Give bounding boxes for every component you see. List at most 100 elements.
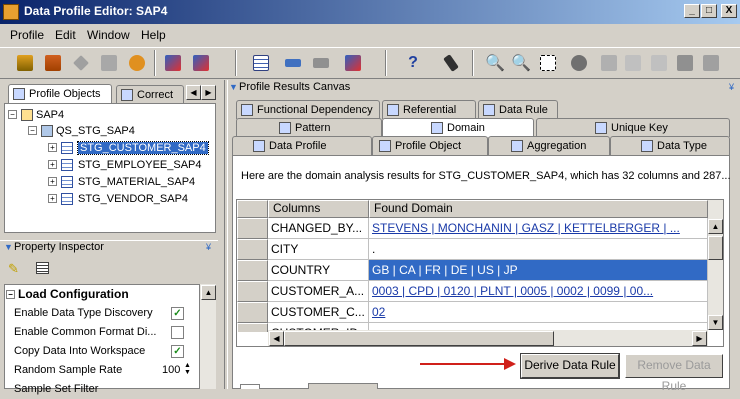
- row-header[interactable]: [237, 218, 268, 239]
- expand-icon[interactable]: +: [48, 194, 57, 203]
- section-load-configuration[interactable]: − Load Configuration: [6, 287, 129, 301]
- derive-data-rule-button[interactable]: Derive Data Rule: [520, 353, 620, 379]
- found-domain-cell-selected[interactable]: GB | CA | FR | DE | US | JP: [369, 260, 708, 281]
- vertical-scroll-thumb[interactable]: [708, 236, 723, 260]
- splitter[interactable]: [224, 80, 228, 389]
- column-name-cell[interactable]: CITY: [268, 239, 369, 260]
- row-header[interactable]: [237, 323, 268, 332]
- menu-help[interactable]: Help: [141, 28, 166, 42]
- collapse-icon[interactable]: −: [28, 126, 37, 135]
- help-icon[interactable]: ?: [402, 52, 424, 74]
- layout-icon[interactable]: [568, 52, 590, 74]
- tab-scroll-left-button[interactable]: ◀: [186, 85, 201, 100]
- save-profile-icon[interactable]: [42, 52, 64, 74]
- collapse-icon[interactable]: −: [6, 289, 15, 299]
- checkbox-common-format[interactable]: [171, 326, 184, 339]
- bottom-tab[interactable]: [308, 383, 378, 389]
- checkbox-data-type-discovery[interactable]: ✓: [171, 307, 184, 320]
- scroll-left-button[interactable]: ◀: [269, 331, 284, 346]
- relation-icon[interactable]: [310, 52, 332, 74]
- found-domain-cell[interactable]: .: [369, 239, 708, 260]
- table-row[interactable]: CITY .: [237, 239, 708, 260]
- found-domain-header[interactable]: Found Domain: [369, 200, 708, 218]
- tab-unique-key[interactable]: Unique Key: [536, 118, 730, 137]
- zoom-in-icon[interactable]: 🔍: [484, 52, 506, 74]
- fit-view-icon[interactable]: [537, 52, 559, 74]
- run-profile-icon[interactable]: [126, 52, 148, 74]
- tree-table-customer[interactable]: + STG_CUSTOMER_SAP4: [48, 139, 209, 156]
- table-row[interactable]: COUNTRY GB | CA | FR | DE | US | JP: [237, 260, 708, 281]
- sample-rate-value[interactable]: 100: [162, 364, 180, 376]
- column-name-cell[interactable]: CHANGED_BY...: [268, 218, 369, 239]
- tab-scroll-right-button[interactable]: ▶: [201, 85, 216, 100]
- scroll-down-button[interactable]: ▼: [708, 315, 723, 330]
- tree-table-employee[interactable]: + STG_EMPLOYEE_SAP4: [48, 156, 202, 173]
- row-header[interactable]: [237, 281, 268, 302]
- remove-data-rule-button[interactable]: Remove Data Rule: [625, 354, 723, 393]
- table-view-icon[interactable]: [250, 52, 272, 74]
- found-domain-cell[interactable]: 0003 | CPD | 0120 | PLNT | 0005 | 0002 |…: [369, 281, 708, 302]
- maximize-button[interactable]: □: [701, 4, 717, 18]
- tree-table-vendor[interactable]: + STG_VENDOR_SAP4: [48, 190, 188, 207]
- table-row[interactable]: CHANGED_BY... STEVENS | MONCHANIN | GASZ…: [237, 218, 708, 239]
- menu-window[interactable]: Window: [87, 28, 130, 42]
- collapse-triangle-icon[interactable]: ▼: [229, 82, 238, 92]
- menu-edit[interactable]: Edit: [55, 28, 76, 42]
- expand-icon[interactable]: +: [48, 143, 57, 152]
- print-icon[interactable]: [98, 52, 120, 74]
- scroll-up-button[interactable]: ▲: [708, 219, 723, 234]
- tab-correct[interactable]: Correct: [116, 85, 184, 104]
- expand-icon[interactable]: +: [48, 177, 57, 186]
- table-row[interactable]: CUSTOMER_C... 02: [237, 302, 708, 323]
- tab-profile-object[interactable]: Profile Object: [372, 136, 488, 155]
- wand-icon[interactable]: ✎: [8, 261, 19, 277]
- rule-icon[interactable]: [342, 52, 364, 74]
- columns-header[interactable]: Columns: [268, 200, 369, 218]
- flashlight-icon[interactable]: [440, 52, 462, 74]
- close-button[interactable]: X: [721, 4, 737, 18]
- grid-icon[interactable]: [598, 52, 620, 74]
- tab-data-rule[interactable]: Data Rule: [478, 100, 558, 119]
- row-header[interactable]: [237, 239, 268, 260]
- link-icon[interactable]: [282, 52, 304, 74]
- found-domain-cell[interactable]: 02: [369, 302, 708, 323]
- remove-object-icon[interactable]: [190, 52, 212, 74]
- tree-table-material[interactable]: + STG_MATERIAL_SAP4: [48, 173, 195, 190]
- table-row[interactable]: CUSTOMER_A... 0003 | CPD | 0120 | PLNT |…: [237, 281, 708, 302]
- tab-referential[interactable]: Referential: [382, 100, 476, 119]
- tab-functional-dependency[interactable]: Functional Dependency: [236, 100, 380, 119]
- scroll-right-button[interactable]: ▶: [692, 331, 707, 346]
- expand-icon[interactable]: +: [48, 160, 57, 169]
- column-name-cell[interactable]: COUNTRY: [268, 260, 369, 281]
- add-object-icon[interactable]: [162, 52, 184, 74]
- zoom-out-icon[interactable]: 🔍: [510, 52, 532, 74]
- copy-icon[interactable]: [700, 52, 722, 74]
- column-name-cell[interactable]: CUSTOMER_A...: [268, 281, 369, 302]
- bottom-tab[interactable]: [240, 384, 260, 389]
- collapse-icon[interactable]: −: [8, 110, 17, 119]
- tab-pattern[interactable]: Pattern: [236, 118, 382, 137]
- tab-aggregation[interactable]: Aggregation: [488, 136, 610, 155]
- tab-data-type[interactable]: Data Type: [610, 136, 730, 155]
- tab-profile-objects[interactable]: Profile Objects: [8, 84, 112, 103]
- minimize-button[interactable]: _: [684, 4, 700, 18]
- database-icon[interactable]: [14, 52, 36, 74]
- horizontal-scroll-thumb[interactable]: [284, 331, 554, 346]
- pin-icon[interactable]: ¥: [206, 242, 211, 252]
- column-name-cell[interactable]: CUSTOMER_C...: [268, 302, 369, 323]
- tab-data-profile[interactable]: Data Profile: [232, 136, 372, 155]
- menu-profile[interactable]: Profile: [10, 28, 44, 42]
- tag-icon[interactable]: [70, 52, 92, 74]
- tree-schema[interactable]: − QS_STG_SAP4: [28, 122, 135, 139]
- row-header[interactable]: [237, 302, 268, 323]
- pin-icon[interactable]: ¥: [729, 82, 734, 92]
- list-view-icon[interactable]: [36, 262, 49, 274]
- found-domain-cell[interactable]: STEVENS | MONCHANIN | GASZ | KETTELBERGE…: [369, 218, 708, 239]
- spinner-icon[interactable]: ▲ ▼: [184, 362, 191, 376]
- collapse-triangle-icon[interactable]: ▼: [4, 242, 13, 252]
- row-header[interactable]: [237, 260, 268, 281]
- scroll-up-button[interactable]: ▲: [201, 285, 216, 300]
- checkbox-copy-data[interactable]: ✓: [171, 345, 184, 358]
- tree-root[interactable]: − SAP4: [8, 106, 64, 123]
- tab-domain[interactable]: Domain: [382, 118, 534, 137]
